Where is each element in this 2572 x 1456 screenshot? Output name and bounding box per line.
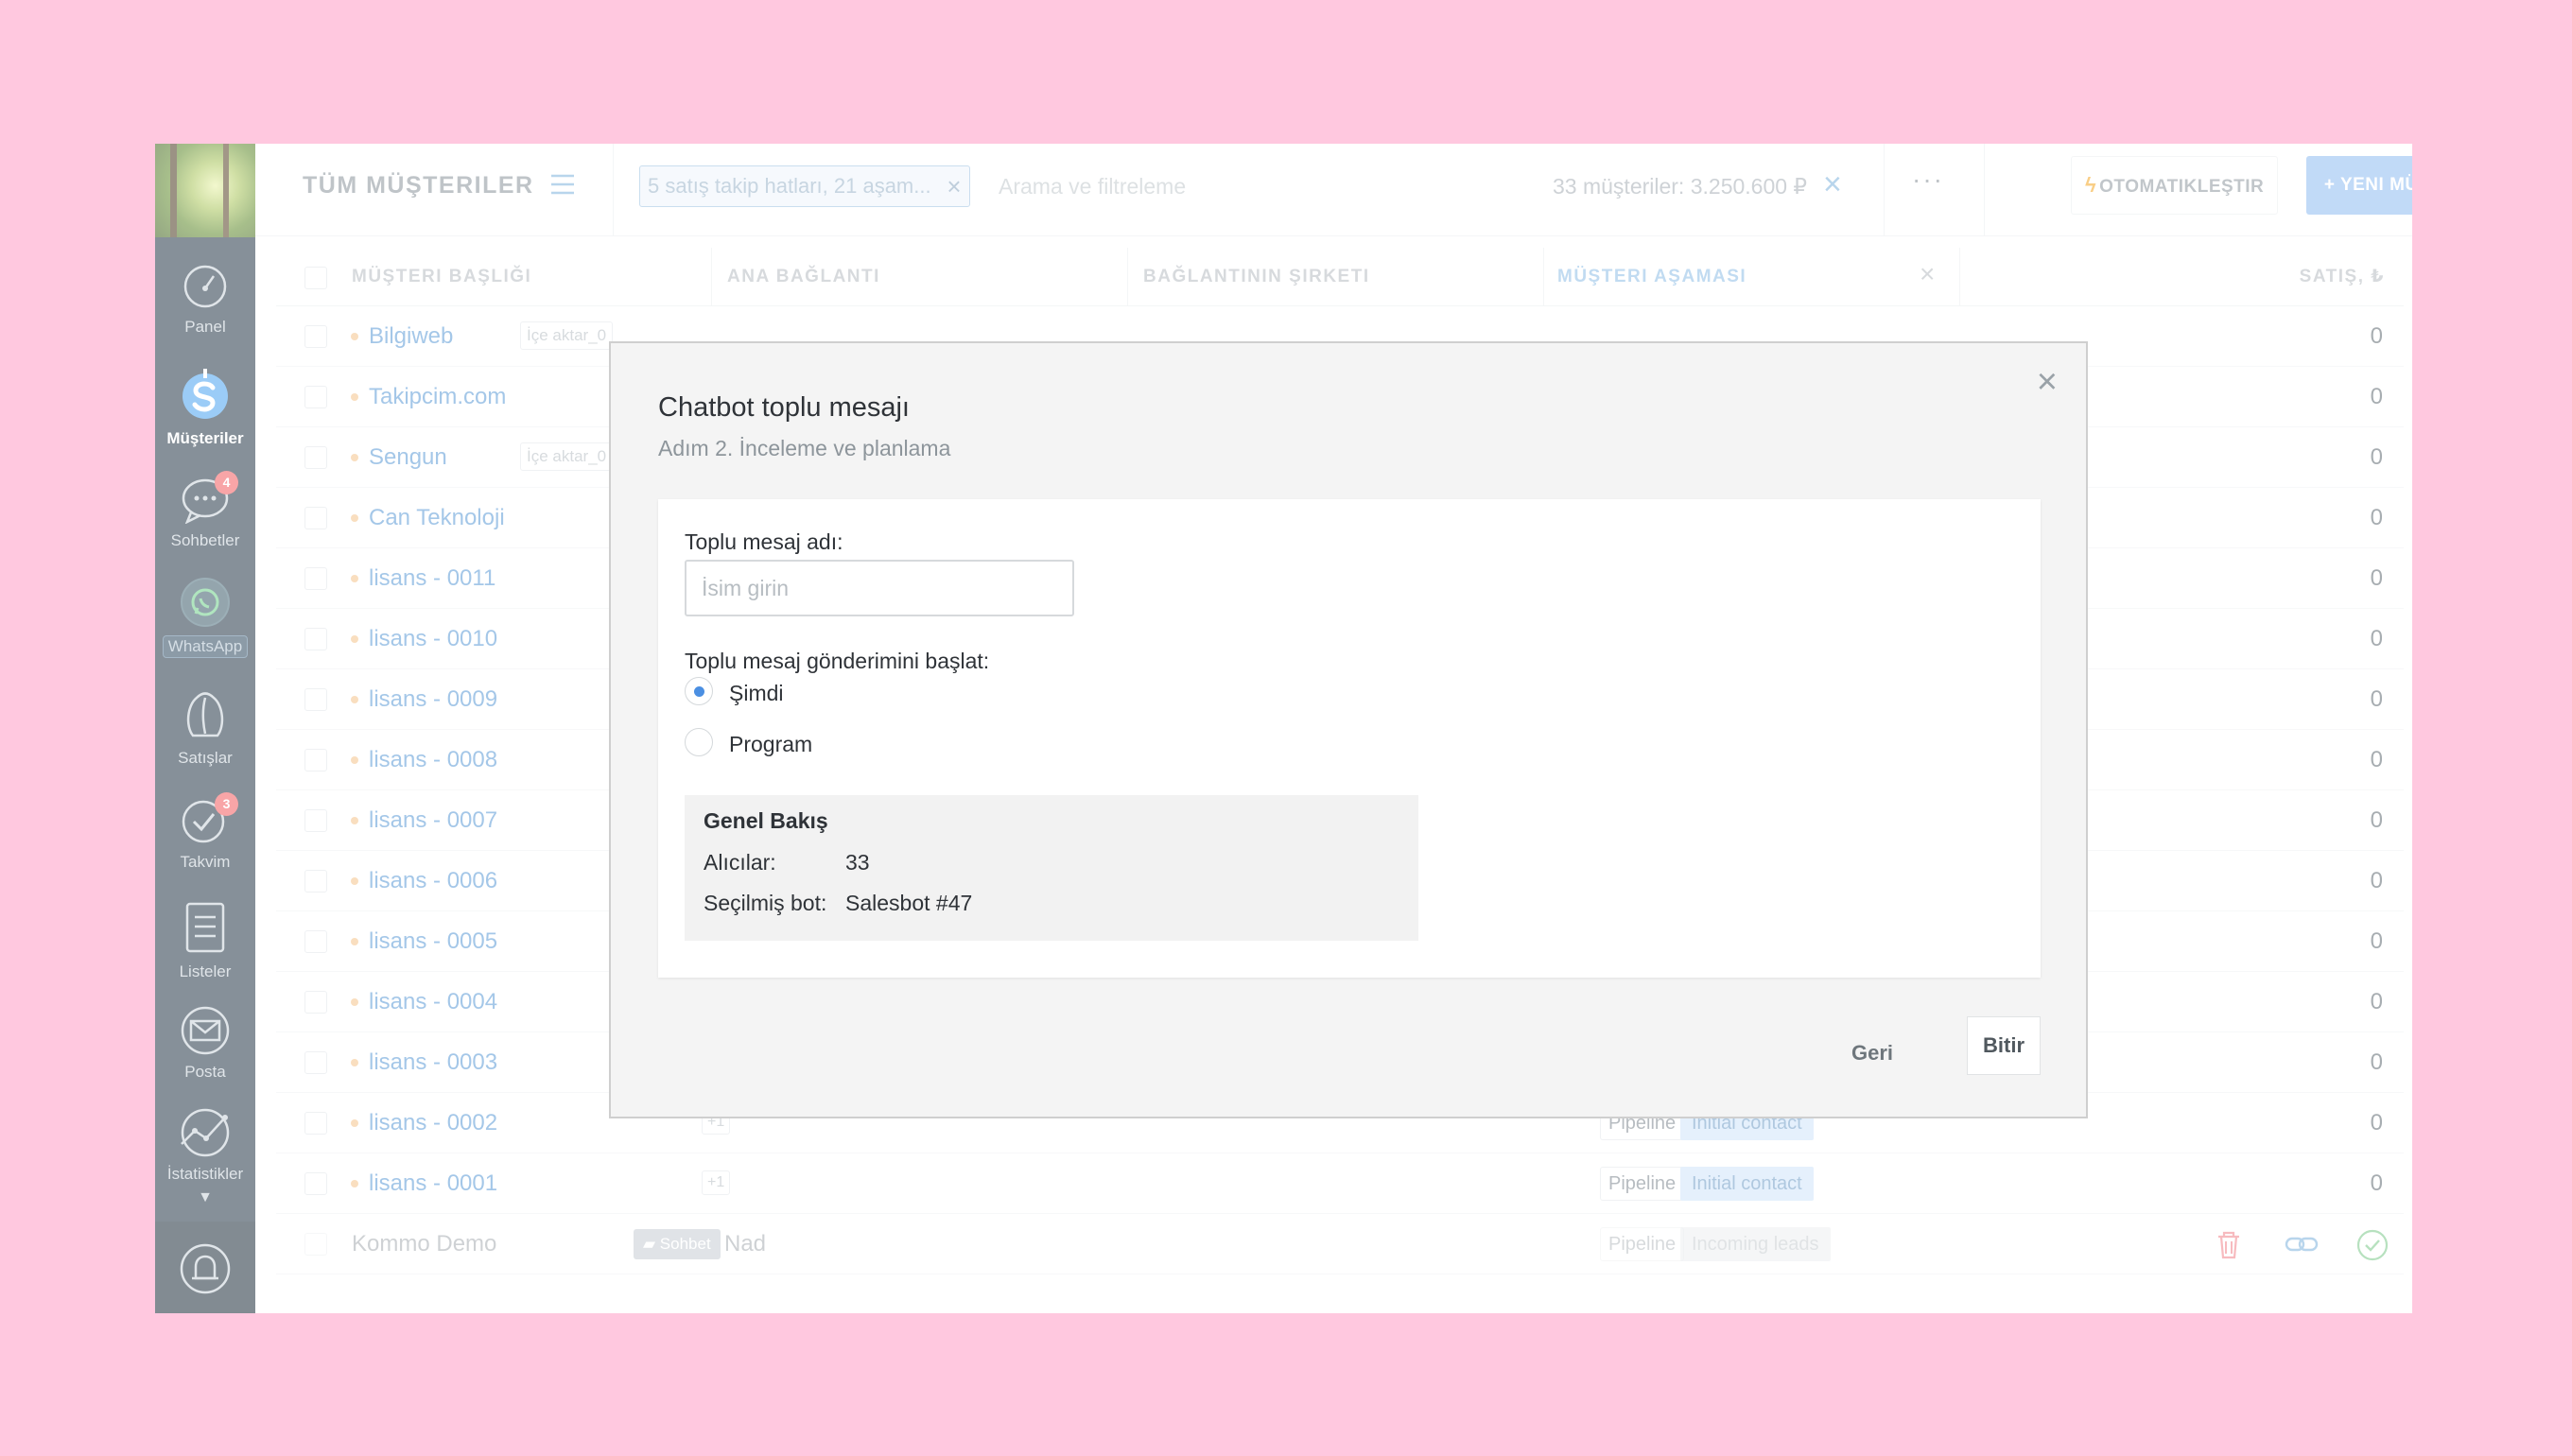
modal-title: Chatbot toplu mesajı [658,392,910,423]
selected-bot-label: Seçilmiş bot: [704,891,827,915]
recipients-value: 33 [845,850,870,875]
modal-form-panel: Toplu mesaj adı: Toplu mesaj gönderimini… [658,499,2041,978]
finish-button[interactable]: Bitir [1967,1016,2041,1075]
modal-step-subtitle: Adım 2. İnceleme ve planlama [658,436,951,460]
back-button[interactable]: Geri [1851,1041,1893,1066]
overview-title: Genel Bakış [704,808,828,833]
radio-schedule-label[interactable]: Program [729,732,812,757]
overview-box: Genel Bakış Alıcılar: 33 Seçilmiş bot: S… [685,795,1418,941]
broadcast-name-input[interactable] [685,560,1074,616]
radio-now-label[interactable]: Şimdi [729,681,784,706]
start-broadcast-label: Toplu mesaj gönderimini başlat: [685,649,990,673]
selected-bot-value: Salesbot #47 [845,891,973,915]
close-icon[interactable]: × [2037,362,2058,403]
broadcast-name-label: Toplu mesaj adı: [685,529,843,554]
recipients-label: Alıcılar: [704,850,776,875]
chatbot-broadcast-modal: × Chatbot toplu mesajı Adım 2. İnceleme … [609,341,2088,1118]
radio-now[interactable] [685,677,713,705]
radio-schedule[interactable] [685,728,713,756]
